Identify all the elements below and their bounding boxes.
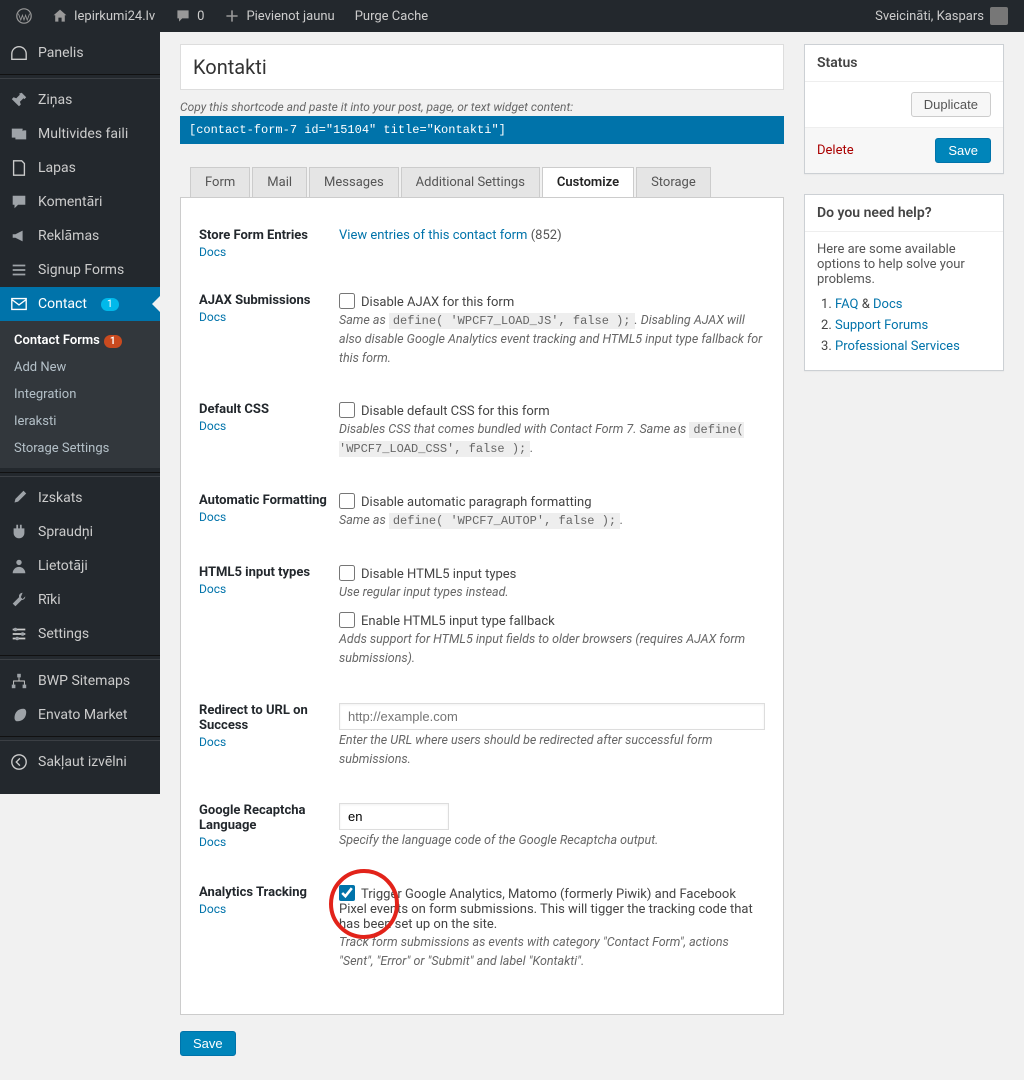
menu-collapse[interactable]: Sakļaut izvēlni bbox=[0, 745, 160, 779]
leaf-icon bbox=[10, 706, 28, 724]
menu-settings[interactable]: Settings bbox=[0, 617, 160, 651]
tab-additional[interactable]: Additional Settings bbox=[401, 167, 540, 198]
help-services[interactable]: Professional Services bbox=[835, 339, 960, 354]
redirect-input[interactable] bbox=[339, 703, 765, 730]
tab-customize[interactable]: Customize bbox=[542, 167, 634, 198]
home-icon bbox=[52, 8, 68, 24]
help-forums[interactable]: Support Forums bbox=[835, 318, 928, 333]
docs-store[interactable]: Docs bbox=[199, 245, 329, 259]
menu-plugins[interactable]: Spraudņi bbox=[0, 515, 160, 549]
docs-redirect[interactable]: Docs bbox=[199, 735, 329, 749]
menu-appearance[interactable]: Izskats bbox=[0, 481, 160, 515]
menu-signup[interactable]: Signup Forms bbox=[0, 253, 160, 287]
comments-link[interactable]: 0 bbox=[167, 0, 212, 32]
menu-pages[interactable]: Lapas bbox=[0, 151, 160, 185]
tab-messages[interactable]: Messages bbox=[309, 167, 399, 198]
brush-icon bbox=[10, 489, 28, 507]
docs-recaptcha[interactable]: Docs bbox=[199, 835, 329, 849]
submenu-add-new[interactable]: Add New bbox=[0, 354, 160, 381]
user-icon bbox=[10, 557, 28, 575]
check-autop[interactable]: Disable automatic paragraph formatting bbox=[339, 493, 765, 510]
plus-icon bbox=[224, 8, 240, 24]
recaptcha-input[interactable] bbox=[339, 803, 449, 830]
view-entries-link[interactable]: View entries of this contact form bbox=[339, 228, 527, 243]
plugin-icon bbox=[10, 523, 28, 541]
submenu-storage[interactable]: Storage Settings bbox=[0, 435, 160, 462]
save-button-bottom[interactable]: Save bbox=[180, 1031, 236, 1056]
sliders-icon bbox=[10, 625, 28, 643]
add-new[interactable]: Pievienot jaunu bbox=[216, 0, 342, 32]
purge-cache[interactable]: Purge Cache bbox=[347, 0, 436, 32]
docs-autop[interactable]: Docs bbox=[199, 510, 329, 524]
help-intro: Here are some available options to help … bbox=[817, 242, 991, 287]
submenu-contact-forms[interactable]: Contact Forms1 bbox=[0, 327, 160, 354]
entries-count: (852) bbox=[531, 228, 562, 243]
check-analytics[interactable]: Trigger Google Analytics, Matomo (former… bbox=[339, 885, 765, 932]
docs-ajax[interactable]: Docs bbox=[199, 310, 329, 324]
mail-icon bbox=[10, 295, 28, 313]
label-html5: HTML5 input types bbox=[199, 565, 310, 580]
menu-users[interactable]: Lietotāji bbox=[0, 549, 160, 583]
wrench-icon bbox=[10, 591, 28, 609]
page-title[interactable]: Kontakti bbox=[180, 44, 784, 90]
shortcode[interactable]: [contact-form-7 id="15104" title="Kontak… bbox=[180, 116, 784, 144]
tab-form[interactable]: Form bbox=[190, 167, 250, 198]
help-heading: Do you need help? bbox=[805, 195, 1003, 232]
menu-posts[interactable]: Ziņas bbox=[0, 83, 160, 117]
menu-comments[interactable]: Komentāri bbox=[0, 185, 160, 219]
menu-tools[interactable]: Rīki bbox=[0, 583, 160, 617]
delete-link[interactable]: Delete bbox=[817, 143, 854, 158]
label-redirect: Redirect to URL on Success bbox=[199, 703, 308, 733]
menu-bwp[interactable]: BWP Sitemaps bbox=[0, 664, 160, 698]
docs-css[interactable]: Docs bbox=[199, 419, 329, 433]
sitemap-icon bbox=[10, 672, 28, 690]
contact-count: 1 bbox=[101, 298, 119, 311]
menu-ads[interactable]: Reklāmas bbox=[0, 219, 160, 253]
label-store: Store Form Entries bbox=[199, 228, 308, 243]
duplicate-button[interactable]: Duplicate bbox=[911, 92, 991, 117]
menu-contact[interactable]: Contact1 bbox=[0, 287, 160, 321]
status-heading: Status bbox=[805, 45, 1003, 82]
my-account[interactable]: Sveicināti, Kaspars bbox=[867, 0, 1016, 32]
check-html5-fallback[interactable]: Enable HTML5 input type fallback bbox=[339, 612, 765, 629]
dashboard-icon bbox=[10, 44, 28, 62]
page-icon bbox=[10, 159, 28, 177]
pin-icon bbox=[10, 91, 28, 109]
menu-envato[interactable]: Envato Market bbox=[0, 698, 160, 732]
menu-dashboard[interactable]: Panelis bbox=[0, 36, 160, 70]
label-recaptcha: Google Recaptcha Language bbox=[199, 803, 305, 833]
avatar bbox=[990, 7, 1008, 25]
label-css: Default CSS bbox=[199, 402, 269, 417]
label-analytics: Analytics Tracking bbox=[199, 885, 307, 900]
collapse-icon bbox=[10, 753, 28, 771]
tab-storage[interactable]: Storage bbox=[636, 167, 711, 198]
help-docs[interactable]: Docs bbox=[873, 297, 902, 312]
menu-media[interactable]: Multivides faili bbox=[0, 117, 160, 151]
help-faq[interactable]: FAQ bbox=[835, 297, 858, 312]
media-icon bbox=[10, 125, 28, 143]
label-ajax: AJAX Submissions bbox=[199, 293, 310, 308]
comment-icon bbox=[175, 8, 191, 24]
save-button[interactable]: Save bbox=[935, 138, 991, 163]
comment-icon bbox=[10, 193, 28, 211]
shortcode-note: Copy this shortcode and paste it into yo… bbox=[180, 100, 784, 114]
submenu-integration[interactable]: Integration bbox=[0, 381, 160, 408]
list-icon bbox=[10, 261, 28, 279]
docs-analytics[interactable]: Docs bbox=[199, 902, 329, 916]
label-autop: Automatic Formatting bbox=[199, 493, 327, 508]
tab-mail[interactable]: Mail bbox=[252, 167, 307, 198]
check-css[interactable]: Disable default CSS for this form bbox=[339, 402, 765, 419]
megaphone-icon bbox=[10, 227, 28, 245]
check-html5-disable[interactable]: Disable HTML5 input types bbox=[339, 565, 765, 582]
check-ajax[interactable]: Disable AJAX for this form bbox=[339, 293, 765, 310]
wp-logo[interactable] bbox=[8, 0, 40, 32]
docs-html5[interactable]: Docs bbox=[199, 582, 329, 596]
forms-count: 1 bbox=[104, 335, 122, 348]
submenu-entries[interactable]: Ieraksti bbox=[0, 408, 160, 435]
site-name[interactable]: Iepirkumi24.lv bbox=[44, 0, 163, 32]
